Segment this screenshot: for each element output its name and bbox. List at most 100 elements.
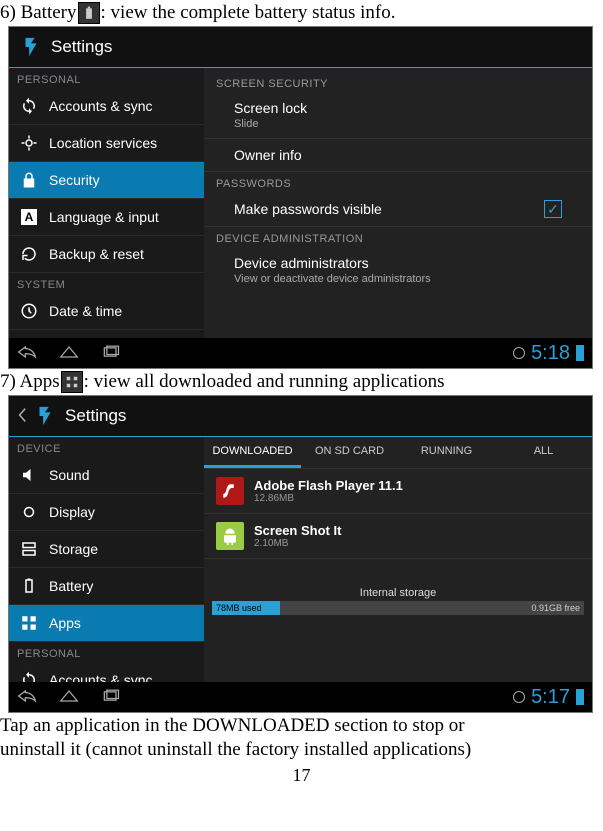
sidebar-item-security[interactable]: Security	[9, 162, 204, 199]
sound-icon	[19, 465, 39, 485]
home-icon[interactable]	[59, 345, 79, 362]
section-device-admin: DEVICE ADMINISTRATION	[204, 227, 592, 247]
back-icon[interactable]	[17, 689, 37, 706]
item-label: Screen lock	[234, 100, 307, 116]
doc-line-battery: 6) Battery : view the complete battery s…	[0, 2, 603, 24]
screenshot-security: Settings PERSONAL Accounts & sync Locati…	[8, 26, 593, 369]
app-item-screenshot[interactable]: Screen Shot It 2.10MB	[204, 514, 592, 559]
checkbox-pw-visible[interactable]	[544, 200, 562, 218]
sidebar: PERSONAL Accounts & sync Location servic…	[9, 68, 204, 338]
sidebar-item-datetime[interactable]: Date & time	[9, 293, 204, 330]
item-pw-visible[interactable]: Make passwords visible	[204, 192, 592, 227]
clock-time: 5:18	[531, 342, 570, 365]
page-number: 17	[0, 765, 603, 786]
sidebar-item-label: Date & time	[49, 303, 122, 319]
battery-icon	[19, 576, 39, 596]
sidebar-item-apps[interactable]: Apps	[9, 605, 204, 642]
tab-all[interactable]: ALL	[495, 437, 592, 468]
section-screen-security: SCREEN SECURITY	[204, 72, 592, 92]
sidebar-item-label: Display	[49, 504, 95, 520]
tab-sdcard[interactable]: ON SD CARD	[301, 437, 398, 468]
backup-icon	[19, 244, 39, 264]
clock-icon	[19, 301, 39, 321]
screen-title: Settings	[51, 37, 112, 57]
download-indicator	[513, 691, 525, 703]
tab-label: RUNNING	[421, 445, 472, 457]
storage-label: Internal storage	[212, 587, 584, 599]
doc-tail-2: uninstall it (cannot uninstall the facto…	[0, 739, 603, 761]
home-icon[interactable]	[59, 689, 79, 706]
download-indicator	[513, 347, 525, 359]
sidebar-item-storage[interactable]: Storage	[9, 531, 204, 568]
item-screen-lock[interactable]: Screen lock Slide	[204, 92, 592, 139]
item-owner-info[interactable]: Owner info	[204, 139, 592, 172]
sidebar-item-label: Location services	[49, 135, 157, 151]
sidebar-item-accounts[interactable]: Accounts & sync	[9, 88, 204, 125]
item-sublabel: Slide	[234, 118, 307, 130]
sidebar-header-personal: PERSONAL	[9, 68, 204, 88]
tab-running[interactable]: RUNNING	[398, 437, 495, 468]
item-sublabel: View or deactivate device administrators	[234, 273, 431, 285]
storage-bar: Internal storage 78MB used 0.91GB free	[212, 587, 584, 615]
item7-prefix: 7) Apps	[0, 371, 60, 393]
content-pane: DOWNLOADED ON SD CARD RUNNING ALL Adobe …	[204, 437, 592, 682]
sidebar-item-label: Battery	[49, 578, 93, 594]
sidebar-item-label: Backup & reset	[49, 246, 144, 262]
sidebar-item-label: Storage	[49, 541, 98, 557]
sidebar-item-label: Accounts & sync	[49, 98, 153, 114]
tab-label: DOWNLOADED	[212, 445, 292, 457]
back-icon[interactable]	[17, 345, 37, 362]
sync-icon	[19, 96, 39, 116]
sidebar-item-accounts[interactable]: Accounts & sync	[9, 662, 204, 682]
display-icon	[19, 502, 39, 522]
item7-suffix: : view all downloaded and running applic…	[84, 371, 445, 393]
sidebar: DEVICE Sound Display Storage Battery App…	[9, 437, 204, 682]
sidebar-item-sound[interactable]: Sound	[9, 457, 204, 494]
sidebar-item-language[interactable]: A Language & input	[9, 199, 204, 236]
sidebar-header-personal: PERSONAL	[9, 642, 204, 662]
settings-icon	[31, 402, 59, 430]
recent-icon[interactable]	[101, 689, 121, 706]
content-pane: SCREEN SECURITY Screen lock Slide Owner …	[204, 68, 592, 338]
location-icon	[19, 133, 39, 153]
tabs: DOWNLOADED ON SD CARD RUNNING ALL	[204, 437, 592, 469]
app-name: Adobe Flash Player 11.1	[254, 478, 403, 493]
tab-downloaded[interactable]: DOWNLOADED	[204, 437, 301, 468]
sidebar-item-display[interactable]: Display	[9, 494, 204, 531]
sidebar-item-backup[interactable]: Backup & reset	[9, 236, 204, 273]
sidebar-item-label: Accounts & sync	[49, 672, 153, 682]
settings-icon	[17, 33, 45, 61]
sidebar-item-label: Security	[49, 172, 100, 188]
app-size: 2.10MB	[254, 538, 341, 549]
recent-icon[interactable]	[101, 345, 121, 362]
item6-suffix: : view the complete battery status info.	[101, 2, 396, 24]
item-label: Owner info	[234, 147, 302, 163]
app-item-flash[interactable]: Adobe Flash Player 11.1 12.86MB	[204, 469, 592, 514]
sidebar-header-device: DEVICE	[9, 437, 204, 457]
sidebar-item-accessibility[interactable]: Accessibility	[9, 330, 204, 338]
sidebar-item-location[interactable]: Location services	[9, 125, 204, 162]
item-label: Make passwords visible	[234, 201, 382, 217]
item-label: Device administrators	[234, 255, 369, 271]
back-chevron-icon[interactable]	[17, 407, 27, 426]
header: Settings	[9, 396, 592, 436]
sidebar-item-battery[interactable]: Battery	[9, 568, 204, 605]
section-passwords: PASSWORDS	[204, 172, 592, 192]
screenshot-apps: Settings DEVICE Sound Display Storage Ba…	[8, 395, 593, 713]
apps-icon	[61, 371, 83, 393]
item-device-admin[interactable]: Device administrators View or deactivate…	[204, 247, 592, 293]
navbar: 5:18	[9, 338, 592, 368]
item6-prefix: 6) Battery	[0, 2, 77, 24]
screen-title: Settings	[65, 406, 126, 426]
storage-icon	[19, 539, 39, 559]
storage-used: 78MB used	[212, 601, 280, 615]
app-size: 12.86MB	[254, 493, 403, 504]
language-icon: A	[19, 207, 39, 227]
flash-icon	[216, 477, 244, 505]
battery-icon	[78, 2, 100, 24]
sidebar-item-label: Apps	[49, 615, 81, 631]
clock-time: 5:17	[531, 686, 570, 709]
android-icon	[216, 522, 244, 550]
tab-label: ALL	[534, 445, 554, 457]
battery-indicator	[576, 345, 584, 361]
